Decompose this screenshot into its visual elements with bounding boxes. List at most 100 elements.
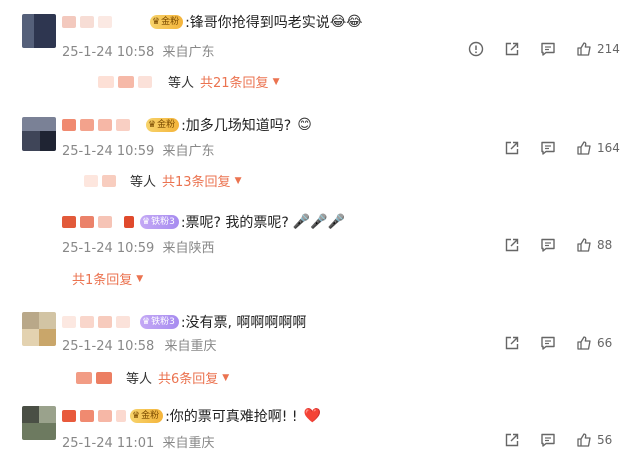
like-icon[interactable] [576, 335, 592, 351]
comment-item: ♛ 金粉 :你的票可真难抢啊! ! ❤️ 25-1-24 11:01 来自重庆 … [0, 398, 640, 451]
comment-header: ♛ 金粉 :锋哥你抢得到吗老实说 😂 😂 [62, 12, 363, 32]
chevron-down-icon: ▼ [234, 175, 242, 186]
crown-icon: ♛ [152, 17, 161, 27]
emoji-laugh-icon: 😂 [329, 14, 347, 30]
crown-icon: ♛ [148, 120, 157, 130]
fan-badge: ♛ 铁粉3 [140, 315, 179, 329]
chevron-down-icon: ▼ [222, 372, 230, 383]
emoji-microphone-icon: 🎤 [292, 214, 311, 230]
emoji-heart-icon: ❤️ [303, 408, 321, 424]
crown-icon: ♛ [142, 317, 151, 327]
replies-link[interactable]: 共1条回复 [72, 269, 132, 288]
like-count: 88 [597, 238, 613, 252]
fan-badge-label: 金粉 [141, 411, 160, 421]
replies-summary[interactable]: 等人 共21条回复 ▼ [98, 72, 279, 91]
comment-header: ♛ 铁粉3 :没有票, 啊啊啊啊啊 [62, 312, 306, 332]
username-blurred[interactable] [62, 119, 76, 131]
replies-link[interactable]: 共21条回复 [200, 72, 269, 91]
comment-icon[interactable] [540, 237, 556, 253]
username-blurred[interactable] [62, 16, 76, 28]
emoji-microphone-icon: 🎤 [310, 214, 328, 230]
replier-blurred [98, 75, 114, 88]
comment-header: ♛ 金粉 :你的票可真难抢啊! ! ❤️ [62, 406, 321, 426]
fan-badge-label: 金粉 [157, 120, 176, 130]
like-count: 56 [597, 433, 613, 447]
timestamp: 25-1-24 10:59 [62, 144, 155, 159]
comment-icon[interactable] [540, 335, 556, 351]
comment-text: :票呢? 我的票呢? [180, 215, 289, 231]
replies-prefix: 等人 [168, 76, 195, 91]
crown-icon: ♛ [132, 411, 141, 421]
timestamp: 25-1-24 10:58 [62, 339, 155, 354]
comment-actions: 214 [468, 41, 628, 57]
chevron-down-icon: ▼ [272, 76, 280, 87]
like-count: 164 [597, 141, 620, 155]
share-icon[interactable] [504, 335, 520, 351]
comment-item: ♛ 金粉 :加多几场知道吗? 😊 25-1-24 10:59 来自广东 164 … [0, 105, 640, 200]
timestamp: 25-1-24 11:01 [62, 436, 155, 451]
avatar[interactable] [22, 117, 56, 151]
comment-item: ♛ 铁粉3 :没有票, 啊啊啊啊啊 25-1-24 10:58 来自重庆 66 … [0, 300, 640, 395]
fan-badge-label: 铁粉3 [151, 217, 175, 227]
timestamp: 25-1-24 10:59 [62, 241, 155, 256]
replier-blurred [76, 371, 92, 384]
comment-actions: 66 [504, 335, 628, 351]
comment-item: ♛ 金粉 :锋哥你抢得到吗老实说 😂 😂 25-1-24 10:58 来自广东 … [0, 0, 640, 100]
emoji-smile-icon: 😊 [297, 117, 312, 133]
emoji-microphone-icon: 🎤 [327, 214, 346, 230]
comment-meta: 25-1-24 11:01 来自重庆 [62, 432, 215, 451]
like-count: 214 [597, 42, 620, 56]
like-count: 66 [597, 336, 613, 350]
username-blurred[interactable] [62, 216, 76, 228]
like-icon[interactable] [576, 237, 592, 253]
fan-badge: ♛ 金粉 [130, 409, 164, 423]
emoji-laugh-icon: 😂 [346, 14, 363, 30]
fan-badge: ♛ 铁粉3 [140, 215, 179, 229]
replies-prefix: 等人 [126, 372, 153, 387]
comment-item: ♛ 铁粉3 :票呢? 我的票呢? 🎤 🎤 🎤 25-1-24 10:59 来自陕… [0, 200, 640, 295]
fan-badge-label: 铁粉3 [151, 317, 175, 327]
timestamp: 25-1-24 10:58 [62, 45, 155, 60]
share-icon[interactable] [504, 140, 520, 156]
comment-meta: 25-1-24 10:59 来自陕西 [62, 237, 215, 256]
chevron-down-icon: ▼ [136, 273, 144, 284]
comment-header: ♛ 金粉 :加多几场知道吗? 😊 [62, 115, 312, 135]
share-icon[interactable] [504, 41, 520, 57]
fan-badge: ♛ 金粉 [150, 15, 184, 29]
replies-summary[interactable]: 共1条回复 ▼ [72, 269, 143, 288]
like-icon[interactable] [576, 140, 592, 156]
comment-text: :锋哥你抢得到吗老实说 [185, 15, 330, 31]
share-icon[interactable] [504, 237, 520, 253]
comment-actions: 88 [504, 237, 628, 253]
comment-actions: 164 [504, 140, 628, 156]
location: 来自重庆 [162, 436, 215, 451]
comment-meta: 25-1-24 10:58 来自重庆 [62, 335, 217, 354]
avatar[interactable] [22, 312, 56, 346]
comment-text: :加多几场知道吗? [181, 118, 292, 134]
location: 来自广东 [162, 144, 215, 159]
avatar[interactable] [22, 406, 56, 440]
comment-meta: 25-1-24 10:58 来自广东 [62, 41, 215, 60]
replies-summary[interactable]: 等人 共6条回复 ▼ [76, 368, 229, 387]
avatar[interactable] [22, 14, 56, 48]
replies-summary[interactable]: 等人 共13条回复 ▼ [84, 171, 241, 190]
crown-icon: ♛ [142, 217, 151, 227]
comment-meta: 25-1-24 10:59 来自广东 [62, 140, 215, 159]
like-icon[interactable] [576, 41, 592, 57]
fan-badge: ♛ 金粉 [146, 118, 180, 132]
location: 来自陕西 [162, 241, 215, 256]
replies-prefix: 等人 [130, 175, 157, 190]
replies-link[interactable]: 共13条回复 [162, 171, 231, 190]
username-blurred[interactable] [62, 316, 76, 328]
location: 来自重庆 [164, 339, 217, 354]
replies-link[interactable]: 共6条回复 [158, 368, 218, 387]
username-blurred[interactable] [62, 410, 76, 422]
location: 来自广东 [162, 45, 215, 60]
comment-text: :没有票, 啊啊啊啊啊 [180, 315, 307, 331]
replier-blurred [84, 174, 98, 187]
comment-icon[interactable] [540, 140, 556, 156]
fan-badge-label: 金粉 [161, 17, 180, 27]
report-icon[interactable] [468, 41, 484, 57]
comment-icon[interactable] [540, 41, 556, 57]
comment-text: :你的票可真难抢啊! ! [165, 409, 298, 425]
